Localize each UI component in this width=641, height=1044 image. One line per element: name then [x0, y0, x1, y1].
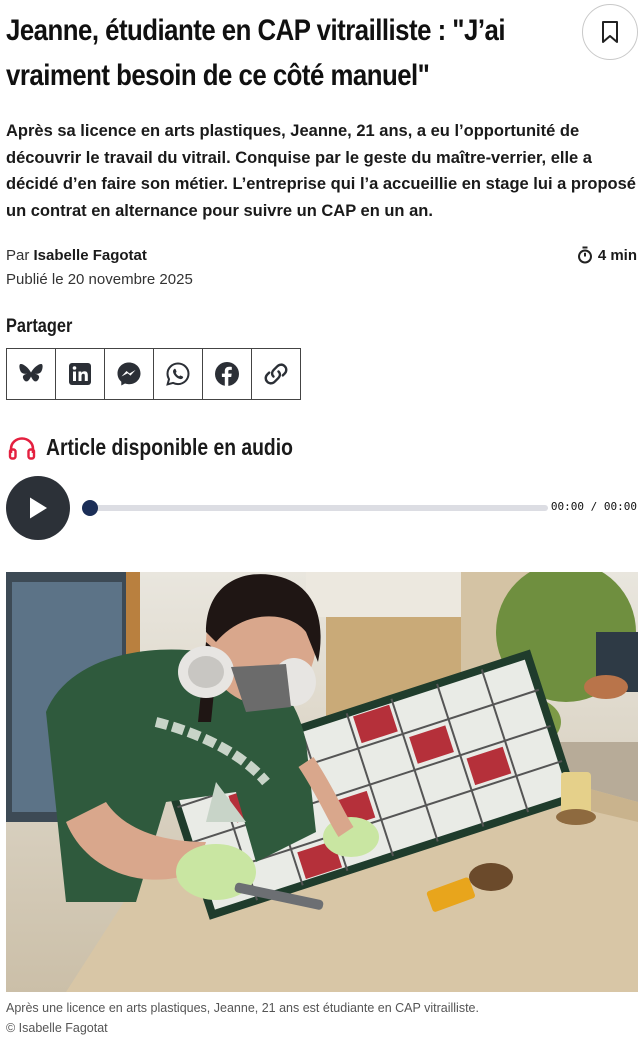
audio-time: 00:00 / 00:00 — [550, 500, 637, 513]
byline: Par Isabelle Fagotat — [6, 246, 147, 266]
publication-date: Publié le 20 novembre 2025 — [6, 271, 193, 288]
linkedin-icon — [69, 363, 91, 385]
share-messenger-button[interactable] — [104, 348, 154, 400]
stopwatch-icon — [577, 246, 592, 264]
bookmark-icon — [602, 21, 618, 43]
audio-progress-track[interactable] — [88, 505, 548, 511]
audio-heading: Article disponible en audio — [8, 434, 340, 461]
article-title: Jeanne, étudiante en CAP vitrailliste : … — [6, 14, 506, 92]
bluesky-icon — [19, 363, 43, 382]
byline-prefix: Par — [6, 247, 30, 264]
author-name[interactable]: Isabelle Fagotat — [34, 247, 147, 264]
bookmark-button[interactable] — [582, 4, 638, 60]
photo-credit: © Isabelle Fagotat — [6, 1021, 108, 1035]
reading-time-value: 4 min — [597, 246, 637, 264]
share-whatsapp-button[interactable] — [153, 348, 203, 400]
copy-link-button[interactable] — [251, 348, 301, 400]
audio-progress-knob[interactable] — [82, 500, 98, 516]
share-label: Partager — [6, 316, 73, 337]
article-lead: Après sa licence en arts plastiques, Jea… — [6, 122, 636, 220]
photo-illustration — [6, 572, 638, 992]
reading-time: 4 min — [577, 246, 637, 264]
audio-play-button[interactable] — [6, 476, 70, 540]
whatsapp-icon — [166, 362, 190, 386]
facebook-icon — [215, 362, 239, 386]
photo-caption: Après une licence en arts plastiques, Je… — [6, 1001, 479, 1015]
link-icon — [264, 363, 288, 385]
play-icon — [30, 497, 47, 519]
headphones-icon — [8, 436, 36, 460]
share-facebook-button[interactable] — [202, 348, 252, 400]
article-photo — [6, 572, 638, 992]
share-buttons — [6, 348, 301, 400]
share-bluesky-button[interactable] — [6, 348, 56, 400]
audio-label: Article disponible en audio — [46, 434, 293, 460]
messenger-icon — [117, 362, 141, 386]
share-linkedin-button[interactable] — [55, 348, 105, 400]
